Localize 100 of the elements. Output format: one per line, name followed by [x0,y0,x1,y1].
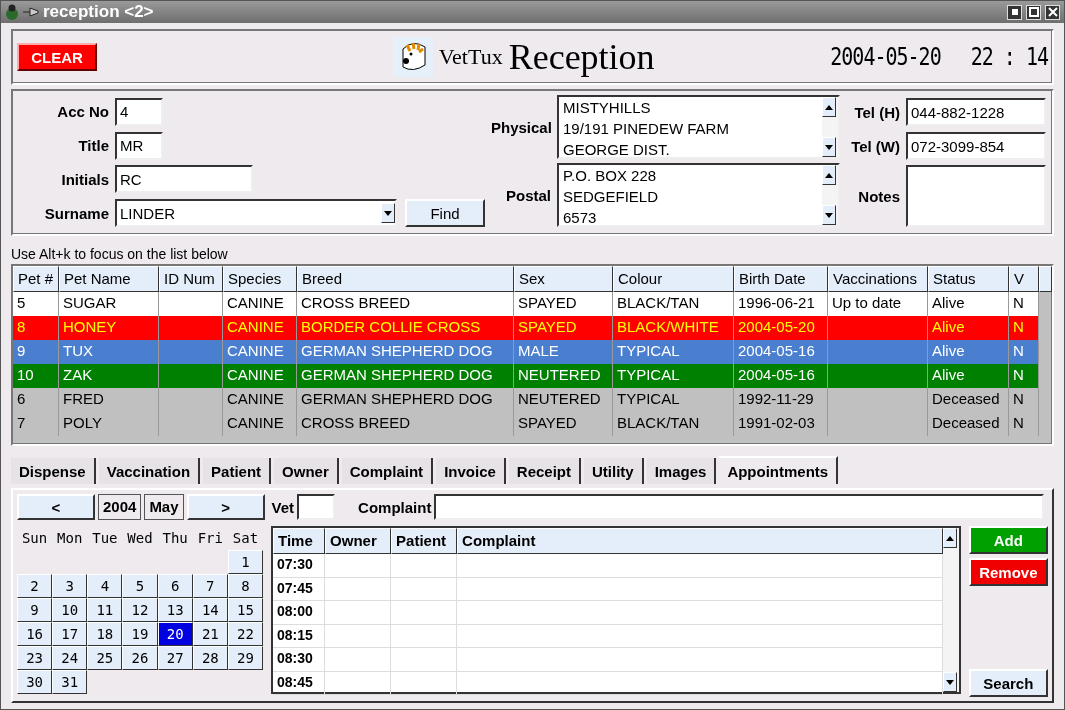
table-cell[interactable]: TUX [59,340,159,364]
calendar-day[interactable]: 8 [227,574,264,598]
table-cell[interactable]: Up to date [828,292,928,316]
column-header[interactable]: V [1009,266,1039,292]
input-field[interactable]: 072-3099-854 [906,132,1046,160]
table-cell[interactable]: BORDER COLLIE CROSS [297,316,514,340]
pin-icon[interactable] [23,6,39,18]
calendar-day[interactable]: 26 [122,646,158,670]
tab[interactable]: Receipt [508,458,581,484]
table-cell[interactable]: 8 [13,316,59,340]
tab[interactable]: Complaint [341,458,434,484]
table-cell[interactable] [828,316,928,340]
scroll-up-icon[interactable] [822,97,836,117]
tab[interactable]: Images [646,458,717,484]
calendar-day[interactable]: 12 [122,598,158,622]
table-cell[interactable] [159,316,223,340]
column-header[interactable]: ID Num [159,266,223,292]
table-cell[interactable]: Alive [928,292,1009,316]
calendar-day[interactable]: 30 [17,670,53,694]
clear-button[interactable]: CLEAR [17,43,97,71]
column-header[interactable]: Time [273,528,326,554]
table-cell[interactable] [159,340,223,364]
dropdown-icon[interactable] [381,203,395,224]
close-icon[interactable] [1045,4,1060,20]
table-cell[interactable]: Alive [928,340,1009,364]
table-cell[interactable] [828,340,928,364]
calendar-day[interactable]: 27 [157,646,193,670]
calendar-day[interactable]: 24 [52,646,88,670]
calendar-day[interactable]: 7 [192,574,228,598]
calendar-day[interactable]: 20 [157,622,193,646]
table-cell[interactable]: SUGAR [59,292,159,316]
calendar-day[interactable]: 13 [157,598,193,622]
input-field[interactable]: 044-882-1228 [906,98,1046,126]
calendar-day[interactable]: 15 [227,598,264,622]
calendar-day[interactable]: 19 [122,622,158,646]
tab[interactable]: Dispense [11,458,96,484]
column-header[interactable]: Owner [325,528,392,554]
action-button[interactable]: Search [968,669,1048,697]
column-header[interactable]: Complaint [457,528,943,554]
tab[interactable]: Appointments [719,456,839,484]
column-header[interactable]: Sex [514,266,613,292]
tab[interactable]: Utility [584,458,644,484]
table-cell[interactable]: N [1009,340,1039,364]
calendar-day[interactable]: 28 [192,646,228,670]
scroll-up-icon[interactable] [822,165,836,185]
table-cell[interactable]: N [1009,316,1039,340]
complaint-field[interactable] [434,494,1045,520]
table-cell[interactable] [159,364,223,388]
calendar-day[interactable]: 1 [227,550,264,574]
calendar-day[interactable]: 2 [17,574,53,598]
maximize-icon[interactable] [1026,4,1041,20]
next-button[interactable]: > [186,494,265,520]
tab[interactable]: Invoice [436,458,506,484]
address-field[interactable]: MISTYHILLS 19/191 PINEDEW FARM GEORGE DIST. [557,95,840,159]
column-header[interactable]: Species [223,266,297,292]
calendar-day[interactable]: 17 [52,622,88,646]
table-cell[interactable]: 2004-05-16 [734,364,828,388]
table-cell[interactable]: CANINE [223,292,297,316]
table-cell[interactable]: 5 [13,292,59,316]
find-button[interactable]: Find [405,199,485,228]
table-cell[interactable]: MALE [514,340,613,364]
table-cell[interactable]: N [1009,364,1039,388]
table-cell[interactable]: CANINE [223,316,297,340]
calendar-day[interactable]: 4 [87,574,123,598]
calendar-day[interactable]: 23 [17,646,53,670]
table-cell[interactable] [159,292,223,316]
calendar-day[interactable]: 29 [227,646,264,670]
calendar-day[interactable]: 21 [192,622,228,646]
table-cell[interactable]: CROSS BREED [297,292,514,316]
table-cell[interactable]: 2004-05-20 [734,316,828,340]
table-cell[interactable]: N [1009,292,1039,316]
previous-button[interactable]: < [17,494,95,520]
notes-field[interactable] [906,165,1046,227]
calendar-day[interactable]: 16 [17,622,53,646]
column-header[interactable]: Breed [297,266,514,292]
table-cell[interactable]: BLACK/TAN [613,292,734,316]
table-cell[interactable]: 10 [13,364,59,388]
calendar-day[interactable]: 9 [17,598,53,622]
calendar-day[interactable]: 10 [52,598,88,622]
table-cell[interactable]: Alive [928,364,1009,388]
table-cell[interactable] [828,364,928,388]
vet-field[interactable] [297,494,336,520]
minimize-icon[interactable] [1007,4,1022,20]
scroll-down-icon[interactable] [822,205,836,225]
table-cell[interactable]: GERMAN SHEPHERD DOG [297,364,514,388]
table-cell[interactable]: 1996-06-21 [734,292,828,316]
calendar-day[interactable]: 6 [157,574,193,598]
table-cell[interactable]: ZAK [59,364,159,388]
column-header[interactable]: Patient [391,528,458,554]
column-header[interactable]: Pet # [13,266,59,292]
table-cell[interactable]: GERMAN SHEPHERD DOG [297,340,514,364]
action-button[interactable]: Remove [968,558,1048,586]
table-cell[interactable]: 2004-05-16 [734,340,828,364]
calendar-day[interactable]: 31 [52,670,88,694]
calendar-day[interactable]: 5 [122,574,158,598]
surname-combobox[interactable]: LINDER [115,199,397,228]
tab[interactable]: Vaccination [98,458,201,484]
column-header[interactable]: Pet Name [59,266,159,292]
table-cell[interactable]: BLACK/WHITE [613,316,734,340]
calendar-day[interactable]: 22 [227,622,264,646]
